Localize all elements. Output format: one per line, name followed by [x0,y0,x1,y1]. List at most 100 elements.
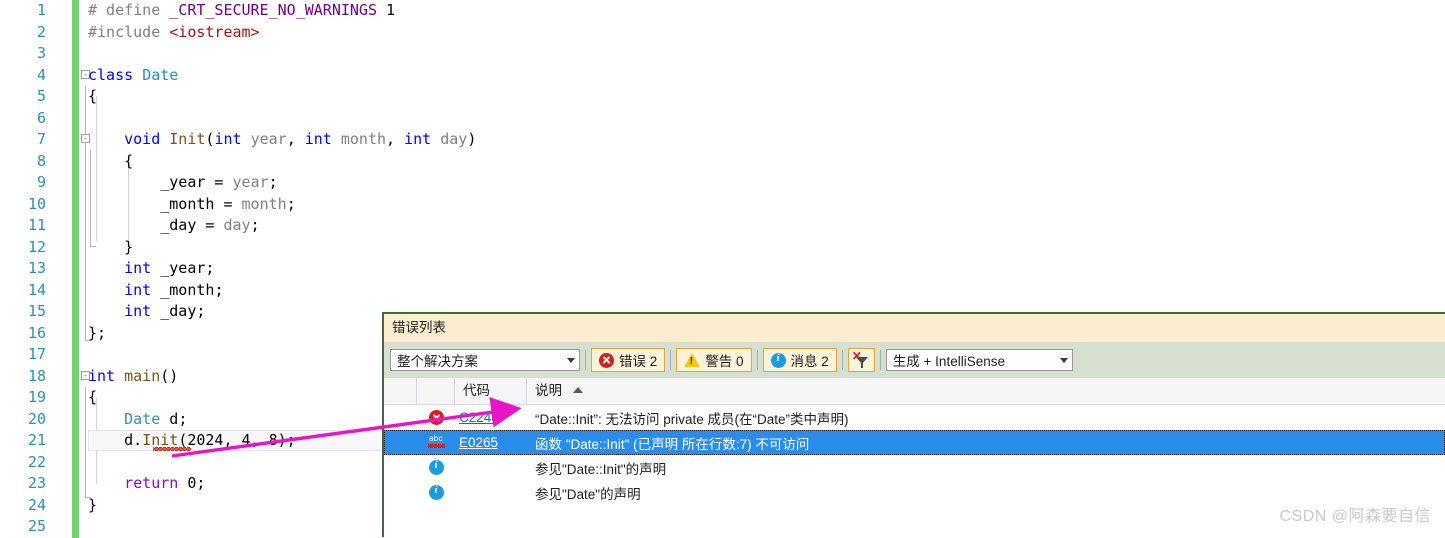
error-list-toolbar[interactable]: 整个解决方案 错误 2 警告 0 消息 2 ✕ 生成 + IntelliSens… [384,342,1445,378]
toolbar-separator [585,350,586,370]
clear-filter-button[interactable]: ✕ [847,348,875,372]
code-line[interactable]: 5{ [0,86,1445,108]
line-number: 4 [36,65,46,84]
filter-warnings-button[interactable]: 警告 0 [676,348,752,372]
code-text: } [88,495,98,514]
row-severity-cell [417,410,455,425]
code-line[interactable]: 10 _month = month; [0,193,1445,215]
line-number: 16 [27,323,46,342]
clear-filter-icon: ✕ [852,350,870,369]
row-description-cell: 参见"Date::Init"的声明 [535,461,667,477]
change-bar [72,365,79,387]
line-number: 6 [36,108,46,127]
code-text: #include <iostream> [88,22,260,41]
change-bar [72,215,79,237]
code-text: return 0; [124,474,206,492]
error-list-rows: C2248 “Date::Init”: 无法访问 private 成员(在“Dat… [384,405,1445,505]
code-line[interactable]: 11 _day = day; [0,215,1445,237]
error-icon [428,410,444,425]
error-squiggle [153,447,191,451]
code-line[interactable]: 6 [0,107,1445,129]
code-text: void Init(int year, int month, int day) [124,130,477,148]
line-number: 23 [27,474,46,492]
error-list-row[interactable]: C2248 “Date::Init”: 无法访问 private 成员(在“Dat… [384,405,1445,430]
line-number: 1 [36,1,46,19]
intellisense-error-icon: abc [425,434,447,451]
scope-dropdown-value: 整个解决方案 [397,354,478,369]
change-bar [72,473,79,495]
build-source-dropdown[interactable]: 生成 + IntelliSense [885,349,1073,371]
code-line[interactable]: 7- void Init(int year, int month, int da… [0,129,1445,151]
toolbar-separator [670,350,672,370]
code-text: int _month; [124,280,224,299]
code-line[interactable]: 1 # define _CRT_SECURE_NO_WARNINGS 1 [0,0,1445,22]
row-code-cell[interactable]: E0265 [455,435,527,450]
row-severity-cell: abc [417,434,455,451]
change-bar [72,21,79,43]
column-header-blank [384,378,417,404]
info-icon [770,352,786,368]
line-number: 19 [27,388,46,406]
error-code-link[interactable]: E0265 [459,435,498,450]
column-header-description[interactable]: 说明 [527,378,1445,404]
code-line[interactable]: 3 [0,43,1445,65]
change-bar [72,430,79,452]
code-text: { [88,151,134,170]
info-icon [428,459,444,475]
error-list-header[interactable]: 代码 说明 [384,378,1445,405]
warning-icon [684,353,701,367]
error-list-row[interactable]: 参见"Date::Init"的声明 [384,455,1445,480]
code-text: _month = month; [160,194,296,213]
code-text: class Date [88,65,179,84]
line-number: 20 [27,409,46,428]
chevron-down-icon [567,357,575,363]
change-bar [72,451,79,473]
change-bar [72,193,79,215]
code-line[interactable]: 2 #include <iostream> [0,21,1445,43]
code-line[interactable]: 4- class Date [0,64,1445,86]
line-number: 18 [27,366,46,385]
chevron-down-icon [1059,357,1068,363]
row-severity-cell [417,459,455,475]
code-line[interactable]: 9 _year = year; [0,172,1445,194]
row-code-cell[interactable]: C2248 [455,410,527,425]
toolbar-separator [756,350,758,370]
code-line[interactable]: 14 int _month; [0,279,1445,301]
line-number: 17 [27,345,46,363]
change-bar [72,494,79,516]
scope-dropdown[interactable]: 整个解决方案 [390,349,580,371]
line-number: 24 [27,495,46,514]
filter-messages-button[interactable]: 消息 2 [762,348,837,372]
row-severity-cell [417,484,455,500]
error-list-row[interactable]: abc E0265 函数 "Date::Init" (已声明 所在行数:7) 不可访… [384,430,1445,455]
code-text: { [88,388,98,406]
filter-messages-label: 消息 2 [790,354,829,369]
line-number: 15 [27,302,46,320]
line-number: 5 [36,87,46,105]
error-code-link[interactable]: C2248 [459,410,499,425]
filter-errors-button[interactable]: 错误 2 [591,348,666,372]
line-number: 11 [27,216,46,234]
code-text: Date d; [124,409,188,428]
code-line[interactable]: 13 int _year; [0,258,1445,280]
code-text: d.Init(2024, 4, 8); [124,431,296,449]
line-number: 14 [27,280,46,299]
change-bar [72,150,79,172]
change-bar [72,322,79,344]
line-number: 25 [27,517,46,535]
code-text: _year = year; [160,173,278,191]
column-header-icon [417,378,455,404]
line-number: 10 [27,194,46,213]
change-bar [72,129,79,151]
error-list-title: 错误列表 [384,314,1445,342]
change-bar [72,172,79,194]
code-line[interactable]: 8 { [0,150,1445,172]
change-bar [72,258,79,280]
error-icon [599,352,614,368]
column-header-code[interactable]: 代码 [455,378,527,404]
change-bar [72,107,79,129]
row-description-cell: “Date::Init”: 无法访问 private 成员(在“Date”类中声… [535,411,849,427]
code-text: # define _CRT_SECURE_NO_WARNINGS 1 [88,1,396,19]
code-line[interactable]: 12 } [0,236,1445,258]
change-bar [72,279,79,301]
